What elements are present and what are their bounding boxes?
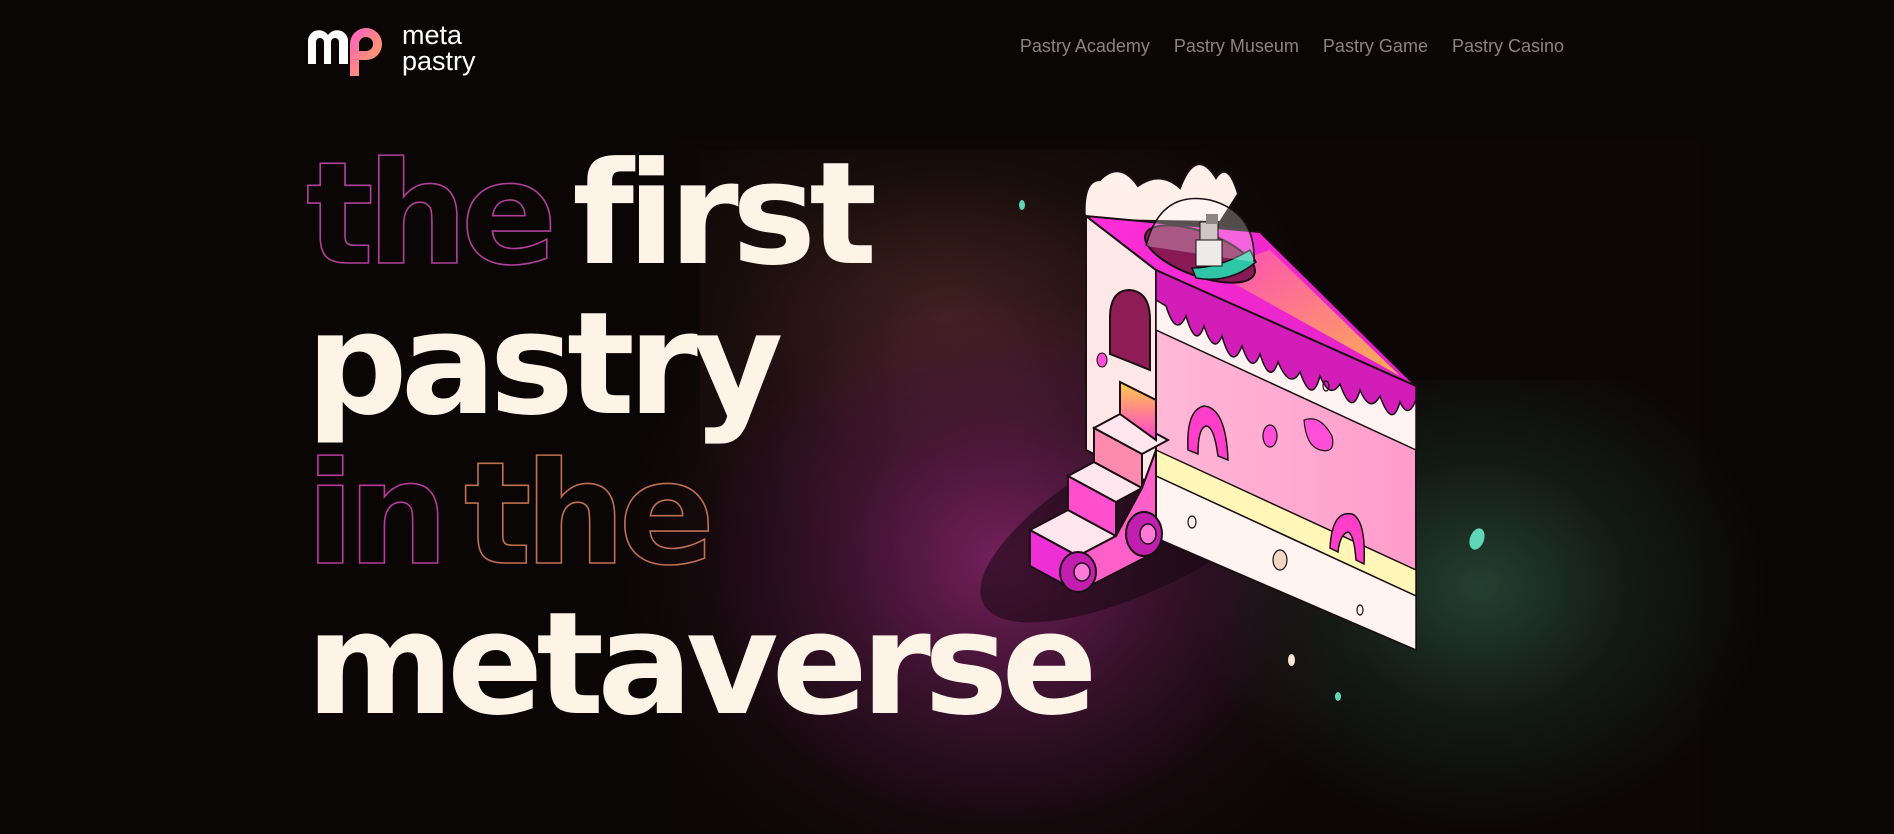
headline-line-1: the first bbox=[305, 139, 1091, 291]
logo-wordmark: meta pastry bbox=[402, 20, 476, 76]
hero-headline: the first pastry in the metaverse bbox=[305, 139, 1098, 740]
headline-line-3: in the bbox=[305, 439, 1091, 591]
logo-line-meta: meta bbox=[402, 20, 463, 50]
hero-page: meta pastry Pastry Academy Pastry Museum… bbox=[0, 0, 1894, 834]
headline-word-the-2: the bbox=[463, 432, 716, 597]
main-nav: Pastry Academy Pastry Museum Pastry Game… bbox=[1020, 36, 1564, 57]
particle-dot bbox=[1335, 692, 1341, 701]
headline-line-4: metaverse bbox=[306, 590, 1098, 740]
nav-pastry-game[interactable]: Pastry Game bbox=[1323, 36, 1428, 57]
headline-line-2: pastry bbox=[306, 290, 1091, 440]
headline-word-the: the bbox=[305, 132, 558, 297]
headline-word-pastry: pastry bbox=[306, 282, 783, 447]
headline-word-first: first bbox=[572, 132, 877, 297]
nav-pastry-museum[interactable]: Pastry Museum bbox=[1174, 36, 1299, 57]
headline-word-metaverse: metaverse bbox=[306, 582, 1098, 747]
logo-line-pastry: pastry bbox=[402, 46, 476, 76]
particle-dot bbox=[1288, 654, 1295, 666]
nav-pastry-casino[interactable]: Pastry Casino bbox=[1452, 36, 1564, 57]
site-logo[interactable]: meta pastry bbox=[306, 18, 476, 78]
nav-pastry-academy[interactable]: Pastry Academy bbox=[1020, 36, 1150, 57]
mp-monogram-icon bbox=[308, 28, 382, 76]
headline-word-in: in bbox=[305, 432, 449, 597]
